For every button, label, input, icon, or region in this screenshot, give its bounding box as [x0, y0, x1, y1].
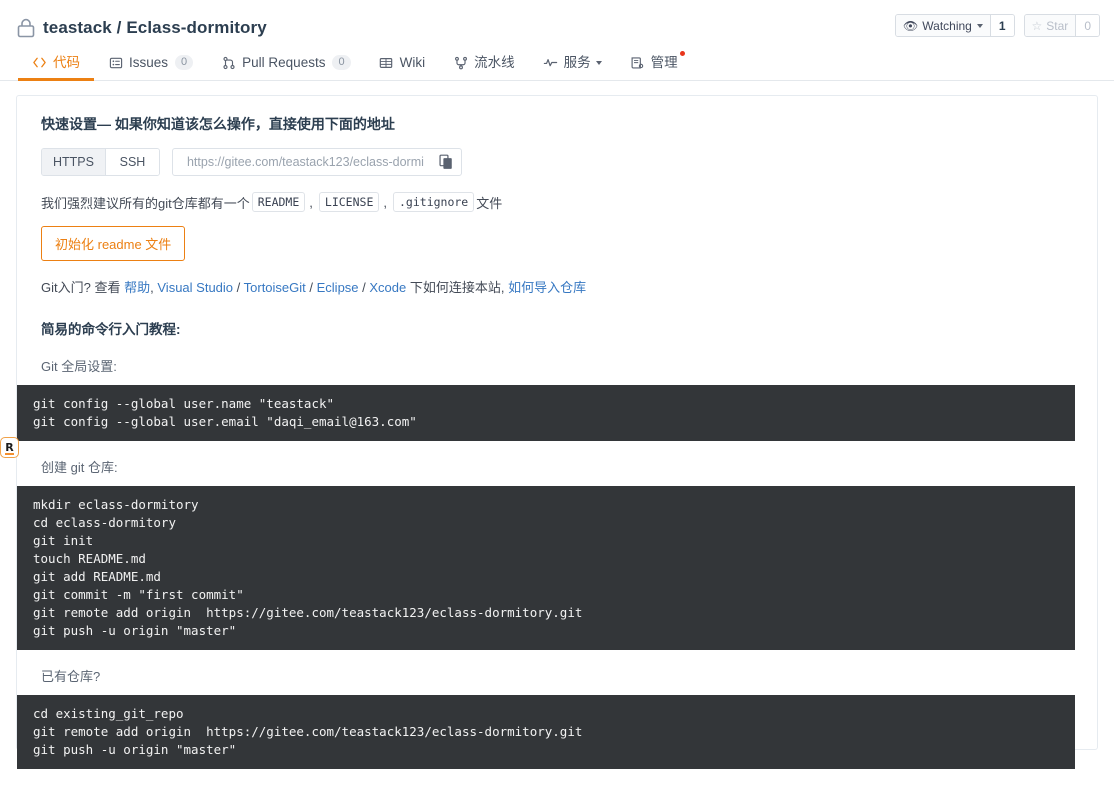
page-title: teastack / Eclass-dormitory	[43, 18, 267, 37]
code-icon	[32, 55, 47, 70]
star-button[interactable]: ☆ Star 0	[1023, 14, 1100, 37]
wiki-icon	[379, 55, 394, 70]
link-tortoisegit[interactable]: TortoiseGit	[244, 280, 306, 295]
clone-url-box[interactable]	[171, 148, 462, 176]
tab-service[interactable]: 服务	[529, 45, 616, 80]
issue-icon	[108, 55, 123, 70]
star-label: Star	[1046, 18, 1069, 33]
repo-nav-tabs: 代码 Issues 0 Pull Requests 0 Wiki 流水线 服务 …	[0, 45, 1114, 81]
protocol-https-button[interactable]: HTTPS	[42, 149, 105, 175]
link-eclipse[interactable]: Eclipse	[317, 280, 359, 295]
repo-actions: 👁 Watching 1 ☆ Star 0	[895, 14, 1100, 37]
browser-extension-badge[interactable]: R	[0, 437, 19, 458]
code-block-existing-repo[interactable]: cd existing_git_repo git remote add orig…	[17, 695, 1075, 769]
lock-icon	[17, 18, 35, 38]
tab-pull-requests[interactable]: Pull Requests 0	[207, 45, 364, 80]
chevron-down-icon	[595, 60, 602, 65]
tab-code-label: 代码	[53, 54, 80, 70]
tab-wiki[interactable]: Wiki	[365, 45, 440, 80]
watching-button[interactable]: 👁 Watching 1	[895, 14, 1015, 37]
chevron-down-icon	[976, 23, 983, 28]
tab-code[interactable]: 代码	[18, 45, 94, 81]
link-help[interactable]: 帮助	[124, 280, 150, 295]
comma-1: ,	[309, 194, 313, 210]
link-import-repo[interactable]: 如何导入仓库	[508, 280, 586, 295]
tab-manage-label: 管理	[650, 54, 678, 70]
clone-url-row: HTTPS SSH	[41, 148, 1073, 176]
tab-wiki-label: Wiki	[399, 54, 426, 70]
pull-request-icon	[221, 55, 236, 70]
git-intro-links: Git入门? 查看 帮助, Visual Studio / TortoiseGi…	[41, 277, 1073, 296]
tab-pipeline[interactable]: 流水线	[439, 45, 529, 80]
init-readme-button[interactable]: 初始化 readme 文件	[41, 226, 186, 261]
step-label-create-repo: 创建 git 仓库:	[41, 460, 118, 475]
recommend-suffix: 文件	[476, 195, 503, 211]
tab-pull-requests-label: Pull Requests	[242, 54, 326, 70]
tab-pipeline-label: 流水线	[474, 54, 515, 70]
git-intro-view: 查看	[94, 280, 121, 295]
watching-label: Watching	[922, 18, 972, 33]
git-intro-middle: 下如何连接本站,	[409, 280, 505, 295]
tab-issues-count: 0	[175, 54, 194, 71]
step-label-global-config: Git 全局设置:	[41, 359, 117, 374]
file-license: LICENSE	[318, 192, 380, 212]
star-icon: ☆	[1031, 18, 1043, 33]
tutorial-title: 简易的命令行入门教程:	[41, 322, 181, 337]
step-label-existing-repo: 已有仓库?	[41, 669, 101, 684]
star-count[interactable]: 0	[1075, 15, 1099, 36]
code-block-create-repo[interactable]: mkdir eclass-dormitory cd eclass-dormito…	[17, 486, 1075, 650]
comma-2: ,	[383, 194, 387, 210]
link-visual-studio[interactable]: Visual Studio	[157, 280, 233, 295]
tab-service-label: 服务	[563, 54, 591, 70]
manage-notification-dot	[679, 51, 685, 56]
tab-issues-label: Issues	[129, 54, 169, 70]
repo-header: teastack / Eclass-dormitory 👁 Watching 1…	[0, 0, 1114, 81]
slash-2: /	[305, 280, 317, 295]
manage-icon	[630, 55, 645, 70]
quick-setup-card: 快速设置— 如果你知道该怎么操作，直接使用下面的地址 HTTPS SSH 我们强…	[16, 95, 1098, 769]
code-block-global-config[interactable]: git config --global user.name "teastack"…	[17, 385, 1075, 441]
protocol-toggle-group: HTTPS SSH	[41, 148, 160, 176]
git-intro-prefix: Git入门?	[41, 280, 91, 295]
tab-pull-requests-count: 0	[332, 54, 351, 71]
watching-count[interactable]: 1	[989, 15, 1014, 36]
recommend-prefix: 我们强烈建议所有的git仓库都有一个	[41, 195, 250, 211]
quick-setup-title: 快速设置— 如果你知道该怎么操作，直接使用下面的地址	[41, 116, 395, 132]
eye-icon: 👁	[903, 18, 919, 33]
copy-icon[interactable]	[439, 154, 453, 170]
pipeline-icon	[453, 55, 468, 70]
star-segment[interactable]: ☆ Star	[1024, 15, 1076, 36]
git-intro-comma: ,	[150, 280, 154, 295]
recommend-files-line: 我们强烈建议所有的git仓库都有一个 README , LICENSE , .g…	[41, 192, 1073, 212]
file-gitignore: .gitignore	[393, 192, 475, 212]
tab-issues[interactable]: Issues 0	[94, 45, 207, 80]
link-xcode[interactable]: Xcode	[369, 280, 406, 295]
protocol-ssh-button[interactable]: SSH	[104, 149, 159, 175]
slash-1: /	[233, 280, 244, 295]
slash-3: /	[358, 280, 370, 295]
service-icon	[543, 55, 558, 70]
watching-segment[interactable]: 👁 Watching	[896, 15, 990, 36]
tab-manage[interactable]: 管理	[616, 45, 692, 80]
clone-url-input[interactable]	[184, 154, 433, 170]
file-readme: README	[251, 192, 306, 212]
